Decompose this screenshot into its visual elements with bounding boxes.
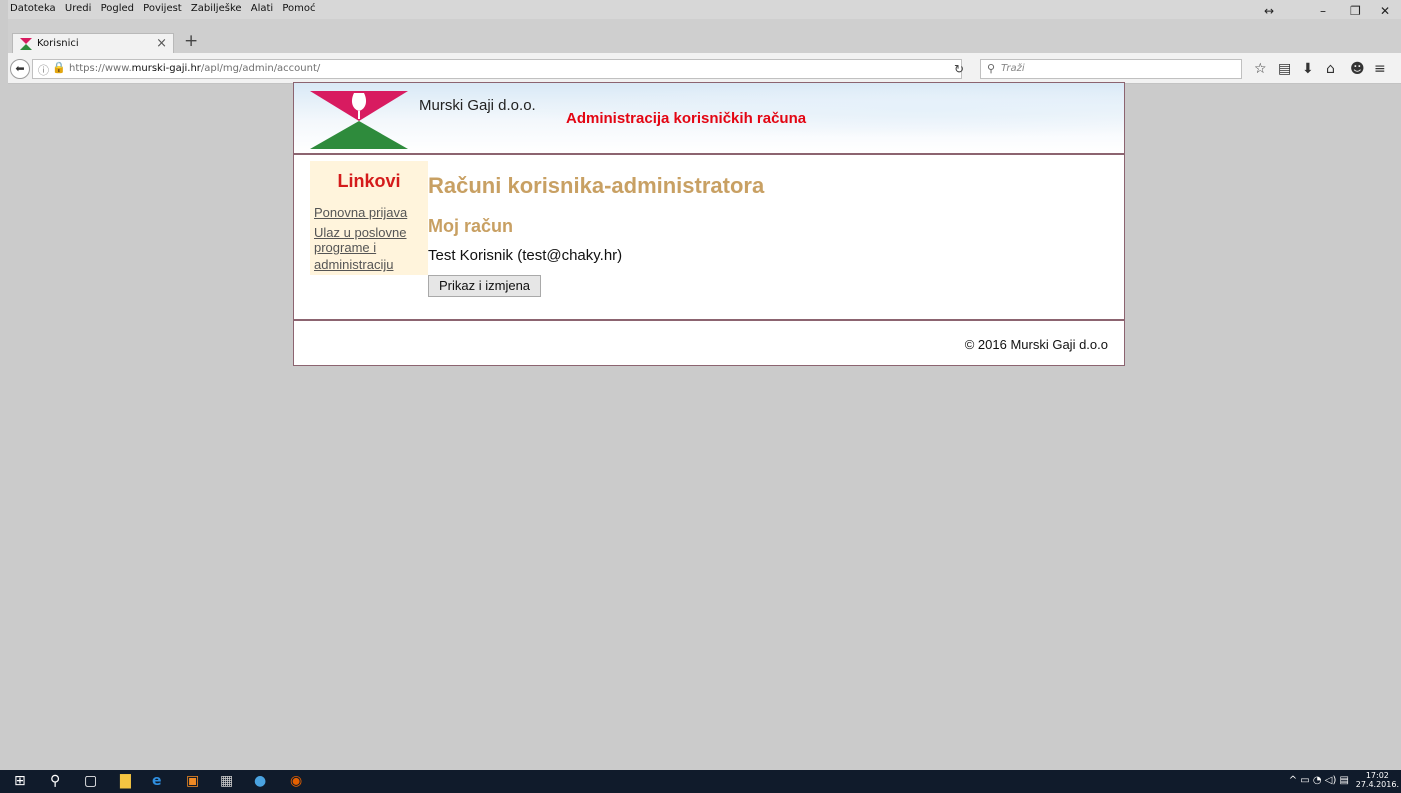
copyright: © 2016 Murski Gaji d.o.o [964, 337, 1108, 352]
site-header: Murski Gaji d.o.o. Administracija korisn… [294, 83, 1124, 155]
clock[interactable]: 17:02 27.4.2016. [1356, 771, 1399, 789]
sidebar-links: Linkovi Ponovna prijava Ulaz u poslovne … [310, 161, 428, 275]
tab-title: Korisnici [37, 38, 79, 49]
link-ulaz-line2[interactable]: programe i [314, 240, 376, 255]
site-footer: © 2016 Murski Gaji d.o.o [294, 319, 1124, 367]
user-account: Test Korisnik (test@chaky.hr) [428, 247, 623, 264]
task-view-icon[interactable]: ▢ [84, 773, 97, 789]
menu-datoteka[interactable]: Datoteka [8, 0, 60, 14]
search-icon: ⚲ [987, 62, 996, 75]
search-taskbar-icon[interactable]: ⚲ [50, 773, 60, 789]
start-icon[interactable]: ⊞ [14, 773, 26, 789]
menu-uredi[interactable]: Uredi [63, 0, 96, 14]
back-icon[interactable]: ⬅ [10, 59, 30, 79]
menu-hamburger-icon[interactable]: ≡ [1374, 61, 1386, 77]
site-favicon-icon [20, 38, 32, 50]
windows-taskbar: ⊞ ⚲ ▢ ▇ e ▣ ▦ ● ◉ ^ ▭ ◔ ◁) ▤ 17:02 27.4.… [0, 770, 1401, 793]
menu-povijest[interactable]: Povijest [141, 0, 186, 14]
search-placeholder: Traži [1001, 63, 1025, 74]
page-container: Murski Gaji d.o.o. Administracija korisn… [293, 82, 1125, 366]
link-ponovna-prijava[interactable]: Ponovna prijava [314, 205, 407, 220]
resize-icon[interactable]: ↔ [1264, 4, 1274, 18]
browser-menu-bar: Datoteka Uredi Pogled Povijest Zabilješk… [8, 0, 1401, 19]
link-ulaz-line1[interactable]: Ulaz u poslovne [314, 225, 407, 240]
company-name: Murski Gaji d.o.o. [419, 97, 536, 114]
home-icon[interactable]: ⌂ [1326, 61, 1335, 77]
link-ulaz-line3[interactable]: administraciju [314, 257, 393, 272]
edge-icon[interactable]: e [152, 773, 162, 789]
reload-icon[interactable]: ↻ [954, 62, 964, 76]
system-tray-icons[interactable]: ^ ▭ ◔ ◁) ▤ [1289, 775, 1349, 786]
menu-alati[interactable]: Alati [249, 0, 277, 14]
url-bar[interactable]: ⓘ 🔒 https://www.murski-gaji.hr/apl/mg/ad… [32, 59, 962, 79]
bookmark-star-icon[interactable]: ☆ [1254, 61, 1267, 77]
bookmarks-list-icon[interactable]: ▤ [1278, 61, 1291, 77]
info-icon[interactable]: ⓘ [38, 62, 49, 78]
search-bar[interactable]: ⚲ Traži [980, 59, 1242, 79]
menu-pogled[interactable]: Pogled [99, 0, 138, 14]
downloads-icon[interactable]: ⬇ [1302, 61, 1314, 77]
page-title: Računi korisnika-administratora [428, 173, 765, 198]
header-title: Administracija korisničkih računa [566, 110, 807, 127]
file-explorer-icon[interactable]: ▇ [120, 773, 131, 789]
section-title: Moj račun [428, 216, 514, 236]
restore-icon[interactable]: ❐ [1350, 4, 1361, 18]
close-tab-icon[interactable]: × [156, 36, 167, 51]
pocket-icon[interactable]: ☻ [1350, 61, 1365, 77]
chat-icon[interactable]: ● [254, 773, 266, 789]
menu-zabiljeske[interactable]: Zabilješke [189, 0, 246, 14]
tab-korisnici[interactable]: Korisnici × [12, 33, 174, 54]
close-window-icon[interactable]: ✕ [1380, 4, 1390, 18]
new-tab-icon[interactable]: + [184, 31, 198, 51]
lock-icon: 🔒 [52, 61, 66, 74]
minimize-icon[interactable]: – [1320, 4, 1326, 18]
view-edit-button[interactable]: Prikaz i izmjena [428, 275, 542, 297]
clock-date: 27.4.2016. [1355, 780, 1399, 789]
company-logo [310, 91, 408, 149]
tab-strip: Korisnici × + [8, 19, 1401, 54]
calculator-icon[interactable]: ▦ [220, 773, 233, 789]
firefox-icon[interactable]: ◉ [290, 773, 302, 789]
menu-pomoc[interactable]: Pomoć [280, 0, 319, 14]
xampp-icon[interactable]: ▣ [186, 773, 199, 789]
clock-time: 17:02 [1365, 771, 1389, 780]
sidebar-title: Linkovi [337, 171, 401, 191]
navigation-bar: ⬅ ⓘ 🔒 https://www.murski-gaji.hr/apl/mg/… [8, 53, 1401, 84]
url-text[interactable]: https://www.murski-gaji.hr/apl/mg/admin/… [69, 63, 320, 74]
